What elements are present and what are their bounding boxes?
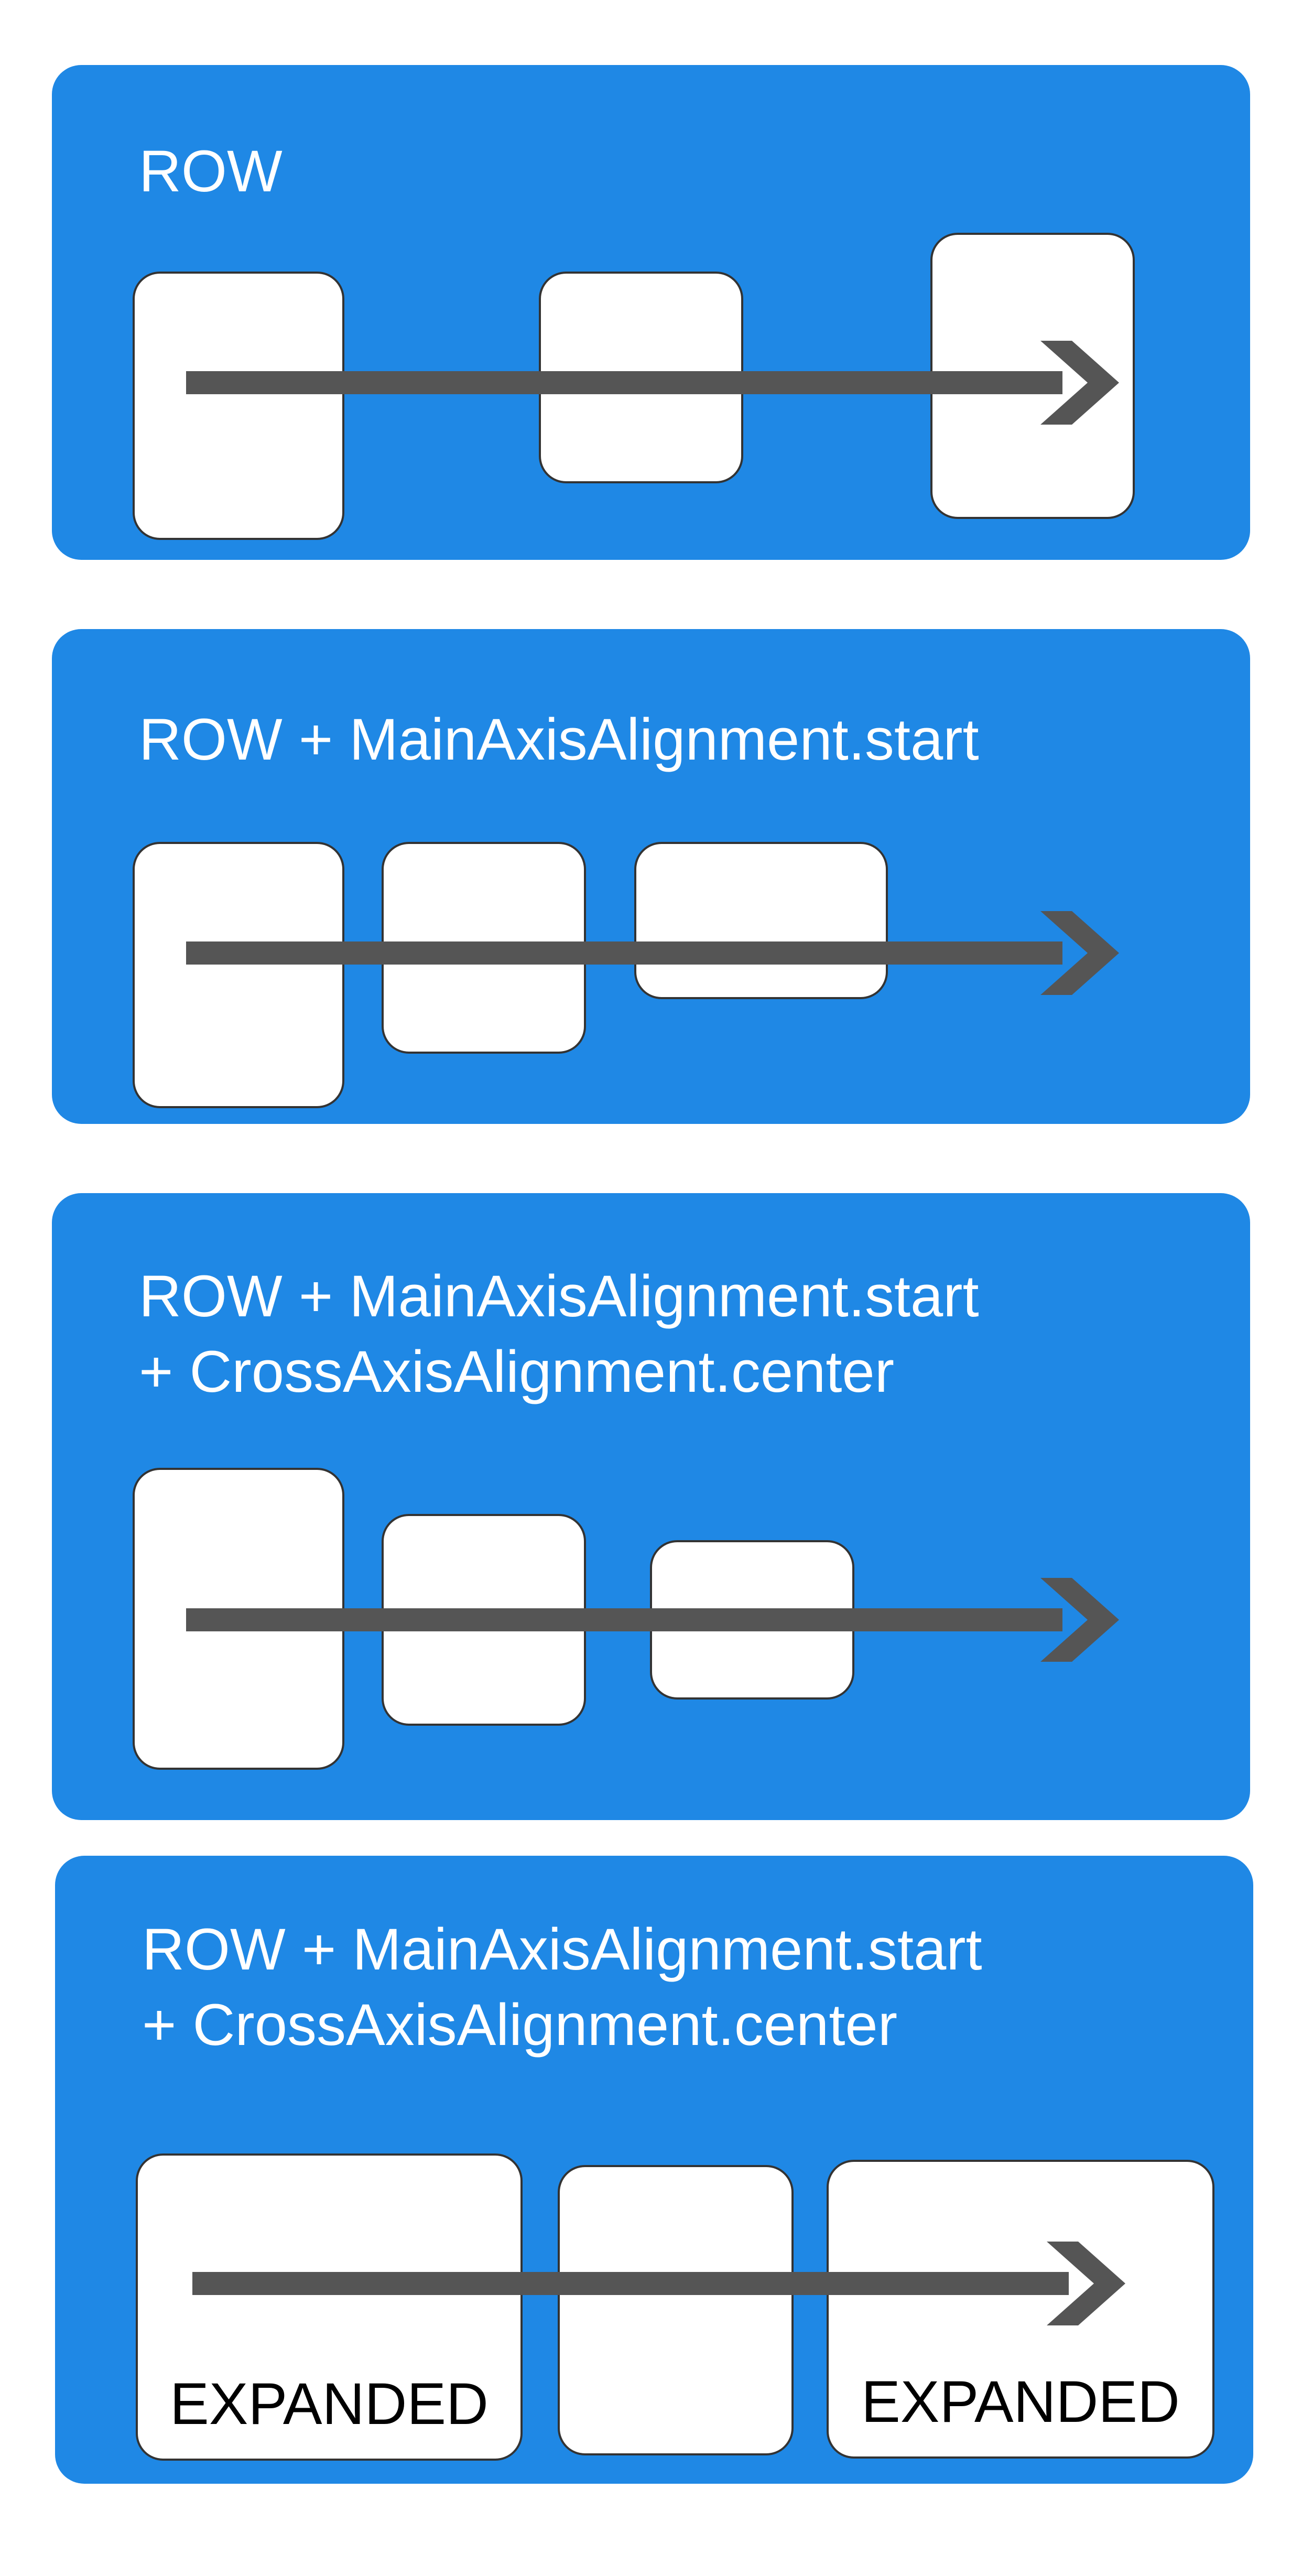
panel-title-line-2: + CrossAxisAlignment.center <box>142 1992 898 2058</box>
panel-title-line-1: ROW + MainAxisAlignment.start <box>142 1917 982 1982</box>
arrow-right-icon <box>186 341 1119 425</box>
panel-row: ROW <box>52 65 1250 560</box>
panel-title-line-1: ROW + MainAxisAlignment.start <box>139 1263 979 1329</box>
panel-title-line-2: + CrossAxisAlignment.center <box>139 1339 895 1404</box>
panel-title: ROW <box>139 138 283 204</box>
arrow-right-icon <box>192 2242 1125 2325</box>
panel-title: ROW + MainAxisAlignment.start <box>139 707 979 772</box>
arrow-right-icon <box>186 1578 1119 1662</box>
expanded-label: EXPANDED <box>170 2371 489 2437</box>
panel-row-main-axis-start: ROW + MainAxisAlignment.start <box>52 629 1250 1124</box>
panel-row-main-start-cross-center: ROW + MainAxisAlignment.start + CrossAxi… <box>52 1193 1250 1820</box>
panel-row-expanded: ROW + MainAxisAlignment.start + CrossAxi… <box>55 1856 1253 2484</box>
arrow-right-icon <box>186 911 1119 995</box>
expanded-label: EXPANDED <box>861 2369 1180 2434</box>
